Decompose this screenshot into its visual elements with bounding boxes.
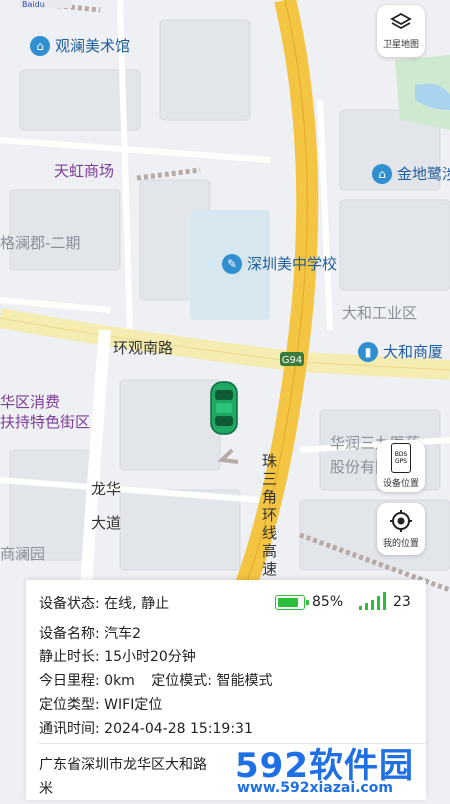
poi-dahe-industrial[interactable]: 大和工业区 [342,302,417,323]
device-name-label: 设备名称: [39,626,100,642]
battery-text: 85% [312,594,344,610]
comm-value: 2024-04-28 15:19:31 [104,721,253,737]
signal-icon [359,592,386,610]
poi-label: 金地鹭涉 [397,165,450,183]
g94-shield: G94 [280,352,304,366]
poi-consume-street-2[interactable]: 扶持特色街区 [0,411,90,432]
comm-time-row: 通讯时间: 2024-04-28 15:19:31 [39,718,253,738]
mode-value: 智能模式 [216,673,273,689]
poi-label: 商澜园 [0,545,46,563]
car-icon[interactable] [210,381,238,435]
status-label: 设备状态: [39,596,100,612]
school-icon: ✎ [222,253,242,274]
baidu-logo: Baidu [20,0,72,9]
road-label-longhua-2: 大道 [91,514,122,532]
building-icon: ▮ [358,341,378,362]
loc-type-row: 定位类型: WIFI定位 [39,694,162,714]
poi-gelanjun[interactable]: 格澜郡-二期 [0,232,80,253]
address-line-1: 广东省深圳市龙华区大和路 [39,757,207,773]
poi-tianhong[interactable]: 天虹商场 [54,160,114,181]
poi-jindi[interactable]: ⌂ 金地鹭涉 [372,163,450,184]
g94-text: G94 [282,355,302,366]
road-label-zhusanjiao: 珠三角环线高速 [262,452,278,578]
device-name-value: 汽车2 [104,626,142,642]
mode-label: 定位模式: [151,673,212,689]
poi-dahe-mansion[interactable]: ▮ 大和商厦 [358,341,443,362]
home-icon: ⌂ [372,163,392,184]
status-row: 设备状态: 在线, 静止 [39,593,169,613]
road-label-huanguan: 环观南路 [113,339,174,357]
device-location-button[interactable]: BDS GPS 设备位置 [377,440,425,492]
static-duration-row: 静止时长: 15小时20分钟 [39,646,196,666]
signal-text: 23 [393,594,411,610]
my-location-button[interactable]: 我的位置 [377,503,425,555]
device-gps-icon-text: BDS GPS [394,451,408,465]
static-label: 静止时长: [39,649,100,665]
crosshair-icon [390,510,412,532]
device-location-label: 设备位置 [382,479,419,489]
poi-label: 大和工业区 [342,304,418,322]
loc-type-value: WIFI定位 [104,697,163,713]
road-label-longhua-1: 龙华 [91,480,122,498]
museum-icon: ⌂ [30,35,50,56]
satellite-map-label: 卫星地图 [382,40,419,50]
poi-label: 大和商厦 [383,343,444,361]
poi-label: 扶持特色街区 [0,413,91,431]
device-name-row: 设备名称: 汽车2 [39,623,141,643]
poi-meizhong-school[interactable]: ✎ 深圳美中学校 [222,253,337,274]
signal-indicator: 23 [359,592,411,610]
poi-label: 华区消费 [0,393,61,411]
poi-label: 格澜郡-二期 [0,234,81,252]
device-gps-icon: BDS GPS [391,443,411,473]
poi-consume-street-1[interactable]: 华区消费 [0,391,60,412]
mileage-label: 今日里程: [39,673,100,689]
poi-shanglan[interactable]: 商澜园 [0,543,45,564]
baidu-logo-text: Baidu [22,0,45,9]
status-value: 在线, 静止 [104,596,170,612]
poi-label: 深圳美中学校 [247,255,338,273]
static-value: 15小时20分钟 [104,649,196,665]
poi-label: 观澜美术馆 [55,37,131,55]
layers-icon [390,12,412,30]
watermark: 592软件园 www.592xiazai.com [227,738,450,800]
watermark-url: www.592xiazai.com [237,780,393,796]
battery-icon [275,594,309,610]
battery-indicator: 85% [275,594,343,610]
mileage-value: 0km [104,673,135,689]
address-line-2: 米 [39,781,53,797]
loc-type-label: 定位类型: [39,697,100,713]
poi-guanlan-art[interactable]: ⌂ 观澜美术馆 [30,35,130,56]
comm-label: 通讯时间: [39,721,100,737]
battery-fill [278,597,298,607]
satellite-map-button[interactable]: 卫星地图 [377,5,425,57]
poi-label: 天虹商场 [54,162,115,180]
my-location-label: 我的位置 [382,539,419,549]
mileage-row: 今日里程: 0km 定位模式: 智能模式 [39,670,272,690]
